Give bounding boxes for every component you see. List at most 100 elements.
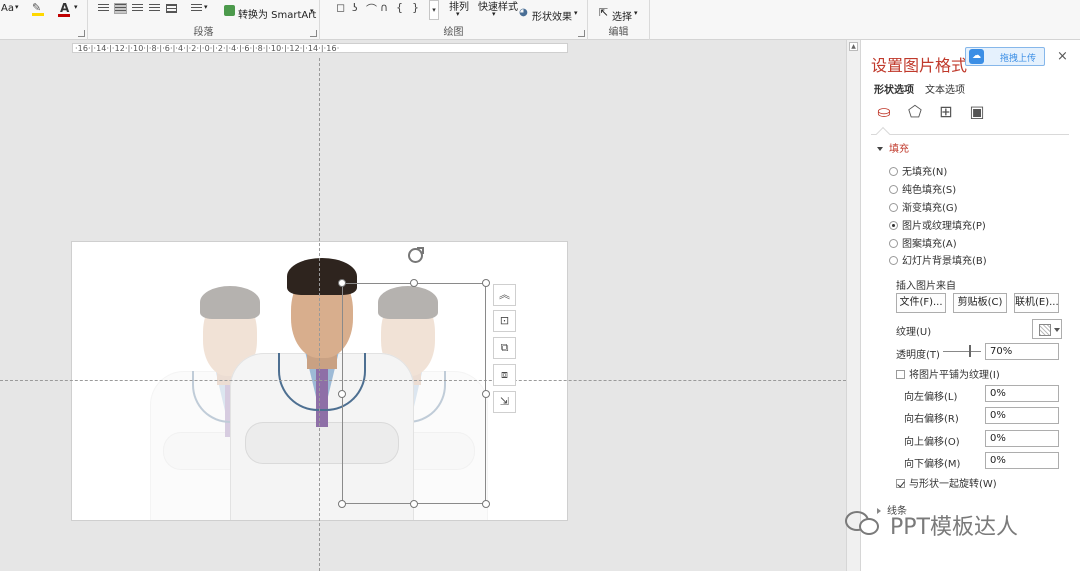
fill-option-picture[interactable]: 图片或纹理填充(P) bbox=[889, 217, 986, 232]
online-button[interactable]: 联机(E)... bbox=[1014, 293, 1059, 313]
shape-effects-icon[interactable]: ◕ bbox=[519, 7, 528, 18]
quick-styles-button[interactable]: 快速样式 bbox=[478, 0, 518, 13]
slide-editing-area[interactable]: ·16·|·14·|·12·|·10·|·8·|·6·|·4·|·2·|·0·|… bbox=[0, 40, 846, 571]
clipboard-button[interactable]: 剪贴板(C) bbox=[953, 293, 1007, 313]
resize-handle-top-left[interactable] bbox=[338, 279, 346, 287]
fill-option-gradient[interactable]: 渐变填充(G) bbox=[889, 199, 958, 214]
align-center-icon[interactable] bbox=[114, 3, 127, 14]
columns-icon[interactable] bbox=[191, 4, 202, 13]
wechat-logo-icon bbox=[845, 509, 885, 539]
fill-line-icon[interactable]: ⛀ bbox=[874, 102, 894, 122]
fill-option-label: 无填充(N) bbox=[902, 167, 948, 178]
font-color-bar bbox=[58, 14, 70, 17]
offset-bottom-label: 向下偏移(M) bbox=[904, 459, 961, 470]
radio-pattern[interactable] bbox=[889, 239, 898, 248]
convert-smartart-dropdown-icon[interactable]: ▾ bbox=[310, 7, 314, 15]
font-color-dropdown-icon[interactable]: ▾ bbox=[74, 3, 78, 11]
fill-option-none[interactable]: 无填充(N) bbox=[889, 163, 947, 178]
fill-section-header[interactable]: 填充 bbox=[877, 140, 909, 155]
selected-shape-frame[interactable] bbox=[342, 283, 486, 504]
drag-upload-button[interactable]: ☁ 拖拽上传 bbox=[965, 47, 1045, 66]
layout-options-icon[interactable]: ⊡ bbox=[493, 310, 516, 332]
convert-smartart-button[interactable]: 转换为 SmartArt bbox=[238, 6, 316, 21]
rotate-with-shape-option[interactable]: 与形状一起旋转(W) bbox=[896, 475, 997, 490]
tab-text-options[interactable]: 文本选项 bbox=[925, 81, 965, 96]
arrange-dropdown-icon[interactable]: ▾ bbox=[456, 10, 460, 18]
font-group: Aa ▾ ✎ A ▾ bbox=[0, 0, 88, 40]
file-button[interactable]: 文件(F)... bbox=[896, 293, 946, 313]
change-case-dropdown-icon[interactable]: ▾ bbox=[15, 3, 19, 11]
fill-section-label: 填充 bbox=[889, 144, 909, 155]
shape-brace-left-icon[interactable]: { bbox=[396, 1, 403, 14]
drawing-dialog-launcher-icon[interactable] bbox=[578, 30, 585, 37]
radio-gradient[interactable] bbox=[889, 203, 898, 212]
tile-checkbox[interactable] bbox=[896, 370, 905, 379]
font-color-button[interactable]: A bbox=[60, 1, 69, 15]
rotate-checkbox[interactable] bbox=[896, 479, 905, 488]
distributed-icon[interactable] bbox=[166, 4, 177, 13]
resize-handle-right[interactable] bbox=[482, 390, 490, 398]
transparency-slider[interactable] bbox=[943, 351, 981, 352]
radio-solid[interactable] bbox=[889, 185, 898, 194]
resize-handle-top[interactable] bbox=[410, 279, 418, 287]
change-case-button[interactable]: Aa bbox=[1, 3, 14, 14]
font-dialog-launcher-icon[interactable] bbox=[78, 30, 85, 37]
picture-icon[interactable]: ▣ bbox=[967, 102, 987, 122]
radio-slide-bg[interactable] bbox=[889, 256, 898, 265]
texture-label: 纹理(U) bbox=[896, 327, 932, 338]
offset-right-input[interactable]: 0% bbox=[985, 407, 1059, 424]
tile-picture-option[interactable]: 将图片平铺为纹理(I) bbox=[896, 366, 1000, 381]
align-left-icon[interactable] bbox=[98, 4, 109, 13]
offset-right-label: 向右偏移(R) bbox=[904, 414, 959, 425]
transparency-slider-thumb[interactable] bbox=[968, 345, 971, 357]
fill-option-pattern[interactable]: 图案填充(A) bbox=[889, 235, 957, 250]
fill-option-slide-bg[interactable]: 幻灯片背景填充(B) bbox=[889, 252, 987, 267]
align-right-icon[interactable] bbox=[132, 4, 143, 13]
close-icon[interactable]: × bbox=[1057, 49, 1068, 64]
offset-top-input[interactable]: 0% bbox=[985, 430, 1059, 447]
tab-shape-options[interactable]: 形状选项 bbox=[874, 81, 914, 96]
rotate-handle-icon[interactable] bbox=[408, 247, 424, 263]
collapse-tools-icon[interactable]: ︽ bbox=[493, 284, 516, 306]
resize-handle-top-right[interactable] bbox=[482, 279, 490, 287]
shape-arc-icon[interactable]: ⌒ bbox=[366, 1, 377, 17]
transparency-input[interactable]: 70% bbox=[985, 343, 1059, 360]
shape-effects-dropdown-icon[interactable]: ▾ bbox=[574, 9, 578, 17]
shapes-more-button[interactable]: ▾ bbox=[429, 0, 439, 20]
vertical-smart-guide bbox=[319, 58, 320, 571]
offset-bottom-input[interactable]: 0% bbox=[985, 452, 1059, 469]
radio-none[interactable] bbox=[889, 167, 898, 176]
effects-pentagon-icon[interactable]: ⬠ bbox=[905, 102, 925, 122]
resize-handle-left[interactable] bbox=[338, 390, 346, 398]
shapes-gallery[interactable]: ◻ ʖ ⌒ ∩ { } bbox=[332, 0, 428, 20]
fill-option-solid[interactable]: 纯色填充(S) bbox=[889, 181, 956, 196]
fill-option-label: 幻灯片背景填充(B) bbox=[902, 256, 987, 267]
columns-dropdown-icon[interactable]: ▾ bbox=[204, 3, 208, 11]
shape-freeform-icon[interactable]: ʖ bbox=[352, 1, 358, 14]
texture-picker-button[interactable] bbox=[1032, 319, 1062, 339]
vertical-scrollbar[interactable]: ▲ bbox=[846, 40, 860, 571]
shape-curve-icon[interactable]: ∩ bbox=[380, 1, 388, 14]
quick-styles-dropdown-icon[interactable]: ▾ bbox=[492, 10, 496, 18]
shape-rect-icon[interactable]: ◻ bbox=[336, 1, 345, 14]
rotate-label: 与形状一起旋转(W) bbox=[909, 479, 997, 490]
shape-brace-right-icon[interactable]: } bbox=[412, 1, 419, 14]
resize-handle-bottom[interactable] bbox=[410, 500, 418, 508]
select-button[interactable]: 选择 bbox=[612, 8, 632, 23]
bring-forward-icon[interactable]: ⧉ bbox=[493, 337, 516, 359]
smartart-icon[interactable] bbox=[224, 5, 235, 16]
paragraph-dialog-launcher-icon[interactable] bbox=[310, 30, 317, 37]
send-backward-icon[interactable]: ⧈ bbox=[493, 364, 516, 386]
radio-picture[interactable] bbox=[889, 221, 898, 230]
scroll-up-icon[interactable]: ▲ bbox=[849, 42, 858, 51]
select-dropdown-icon[interactable]: ▾ bbox=[634, 9, 638, 17]
expand-triangle-icon bbox=[877, 147, 883, 151]
resize-handle-bottom-left[interactable] bbox=[338, 500, 346, 508]
offset-left-input[interactable]: 0% bbox=[985, 385, 1059, 402]
select-cursor-icon[interactable]: ⇱ bbox=[599, 6, 608, 19]
shape-effects-button[interactable]: 形状效果 bbox=[532, 8, 572, 23]
size-properties-icon[interactable]: ⊞ bbox=[936, 102, 956, 122]
justify-icon[interactable] bbox=[149, 4, 160, 13]
crop-resize-icon[interactable]: ⇲ bbox=[493, 391, 516, 413]
resize-handle-bottom-right[interactable] bbox=[482, 500, 490, 508]
